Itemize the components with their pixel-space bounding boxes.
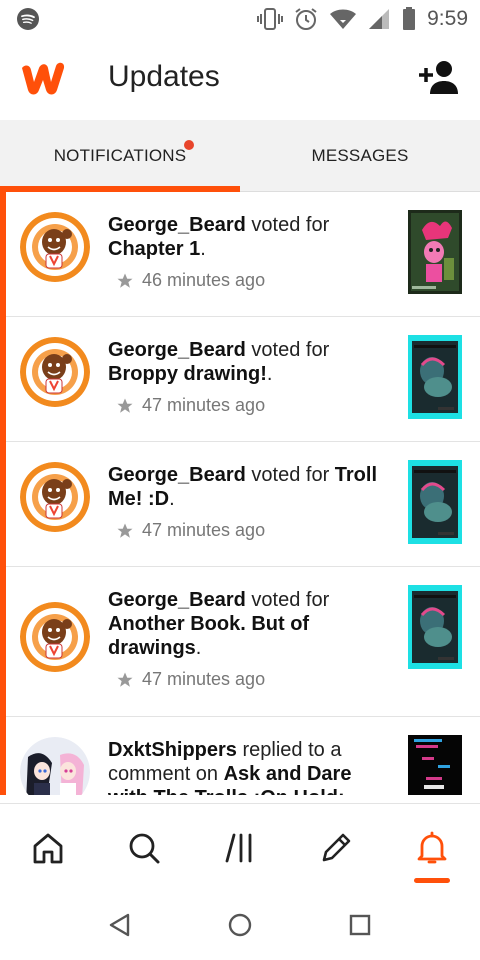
story-cover-thumbnail[interactable] xyxy=(408,585,462,669)
nav-notifications[interactable] xyxy=(412,828,452,868)
star-icon xyxy=(117,273,133,288)
write-icon xyxy=(322,833,351,862)
notification-user[interactable]: George_Beard xyxy=(108,589,246,611)
notification-item[interactable]: George_Beard voted for Another Book. But… xyxy=(0,567,480,717)
notification-user[interactable]: George_Beard xyxy=(108,214,246,236)
notification-suffix: . xyxy=(266,363,273,385)
system-navigation xyxy=(0,889,480,960)
wifi-icon xyxy=(330,9,357,29)
notification-suffix: . xyxy=(169,488,175,510)
wattpad-logo[interactable] xyxy=(18,58,68,98)
nav-home[interactable] xyxy=(28,828,68,868)
notification-text[interactable]: DxktShippers replied to a comment on Ask… xyxy=(108,738,390,795)
back-icon[interactable] xyxy=(106,911,134,939)
notification-item[interactable]: George_Beard voted for Troll Me! :D. 47 … xyxy=(0,442,480,567)
notification-time: 47 minutes ago xyxy=(142,669,266,689)
notification-list[interactable]: George_Beard voted for Chapter 1. 46 min… xyxy=(0,192,480,795)
nav-search[interactable] xyxy=(124,828,164,868)
notification-meta: 47 minutes ago xyxy=(116,395,265,416)
status-icons: 9:59 xyxy=(257,6,468,32)
notification-action: voted for xyxy=(245,589,330,611)
notification-text[interactable]: George_Beard voted for Troll Me! :D. xyxy=(108,463,390,511)
user-avatar[interactable] xyxy=(20,212,90,282)
page-title: Updates xyxy=(108,60,220,93)
notifications-icon xyxy=(417,831,447,864)
story-cover-thumbnail[interactable] xyxy=(408,210,462,294)
tab-notifications[interactable]: NOTIFICATIONS xyxy=(0,120,240,192)
search-icon xyxy=(129,833,160,864)
notification-user[interactable]: George_Beard xyxy=(108,339,246,361)
add-user-icon[interactable] xyxy=(418,58,462,98)
signal-icon xyxy=(369,9,390,29)
tab-bar: NOTIFICATIONS MESSAGES xyxy=(0,120,480,192)
alarm-icon xyxy=(295,8,317,30)
notification-time: 47 minutes ago xyxy=(142,520,266,540)
notification-time: 47 minutes ago xyxy=(142,395,266,415)
user-avatar[interactable] xyxy=(20,602,90,672)
notification-text[interactable]: George_Beard voted for Broppy drawing!. xyxy=(108,338,390,386)
notification-meta: 47 minutes ago xyxy=(116,520,265,541)
notification-user[interactable]: DxktShippers xyxy=(108,739,237,761)
list-accent-bar xyxy=(0,192,6,795)
notification-suffix: . xyxy=(200,238,206,260)
user-avatar[interactable] xyxy=(20,462,90,532)
vibrate-icon xyxy=(257,8,284,30)
story-cover-thumbnail[interactable] xyxy=(408,335,462,419)
notification-meta: 46 minutes ago xyxy=(116,270,265,291)
tab-notifications-label: NOTIFICATIONS xyxy=(53,146,187,165)
star-icon xyxy=(117,672,133,687)
status-time: 9:59 xyxy=(427,7,468,30)
notification-item[interactable]: DxktShippers replied to a comment on Ask… xyxy=(0,717,480,795)
star-icon xyxy=(117,523,133,538)
star-icon xyxy=(117,398,133,413)
notification-target[interactable]: Chapter 1 xyxy=(108,238,200,260)
nav-library[interactable] xyxy=(220,828,260,868)
unread-badge xyxy=(184,140,194,150)
user-avatar[interactable] xyxy=(20,337,90,407)
active-nav-indicator xyxy=(414,878,450,883)
home-circle-icon[interactable] xyxy=(226,911,254,939)
notification-target[interactable]: Another Book. But of drawings xyxy=(108,613,309,659)
home-icon xyxy=(33,833,63,864)
notification-suffix: . xyxy=(195,637,202,659)
notification-item[interactable]: George_Beard voted for Chapter 1. 46 min… xyxy=(0,192,480,317)
nav-write[interactable] xyxy=(316,828,356,868)
bottom-navigation xyxy=(0,803,480,889)
recents-icon[interactable] xyxy=(346,911,374,939)
notification-meta: 47 minutes ago xyxy=(116,669,265,690)
notification-user[interactable]: George_Beard xyxy=(108,464,246,486)
notification-action: voted for xyxy=(245,214,330,236)
tab-messages-label: MESSAGES xyxy=(311,146,409,165)
notification-action: voted for xyxy=(245,464,335,486)
story-cover-thumbnail[interactable] xyxy=(408,460,462,544)
app-bar: Updates xyxy=(0,38,480,120)
user-avatar[interactable] xyxy=(20,737,90,795)
status-bar: 9:59 xyxy=(0,0,480,38)
notification-target[interactable]: Broppy drawing! xyxy=(108,363,267,385)
notification-text[interactable]: George_Beard voted for Another Book. But… xyxy=(108,588,390,660)
notification-action: voted for xyxy=(245,339,330,361)
notification-text[interactable]: George_Beard voted for Chapter 1. xyxy=(108,213,390,261)
battery-icon xyxy=(403,7,416,30)
tab-messages[interactable]: MESSAGES xyxy=(240,120,480,192)
story-cover-thumbnail[interactable] xyxy=(408,735,462,795)
library-icon xyxy=(225,833,252,863)
notification-item[interactable]: George_Beard voted for Broppy drawing!. … xyxy=(0,317,480,442)
spotify-icon xyxy=(17,8,39,30)
notification-time: 46 minutes ago xyxy=(142,270,266,290)
